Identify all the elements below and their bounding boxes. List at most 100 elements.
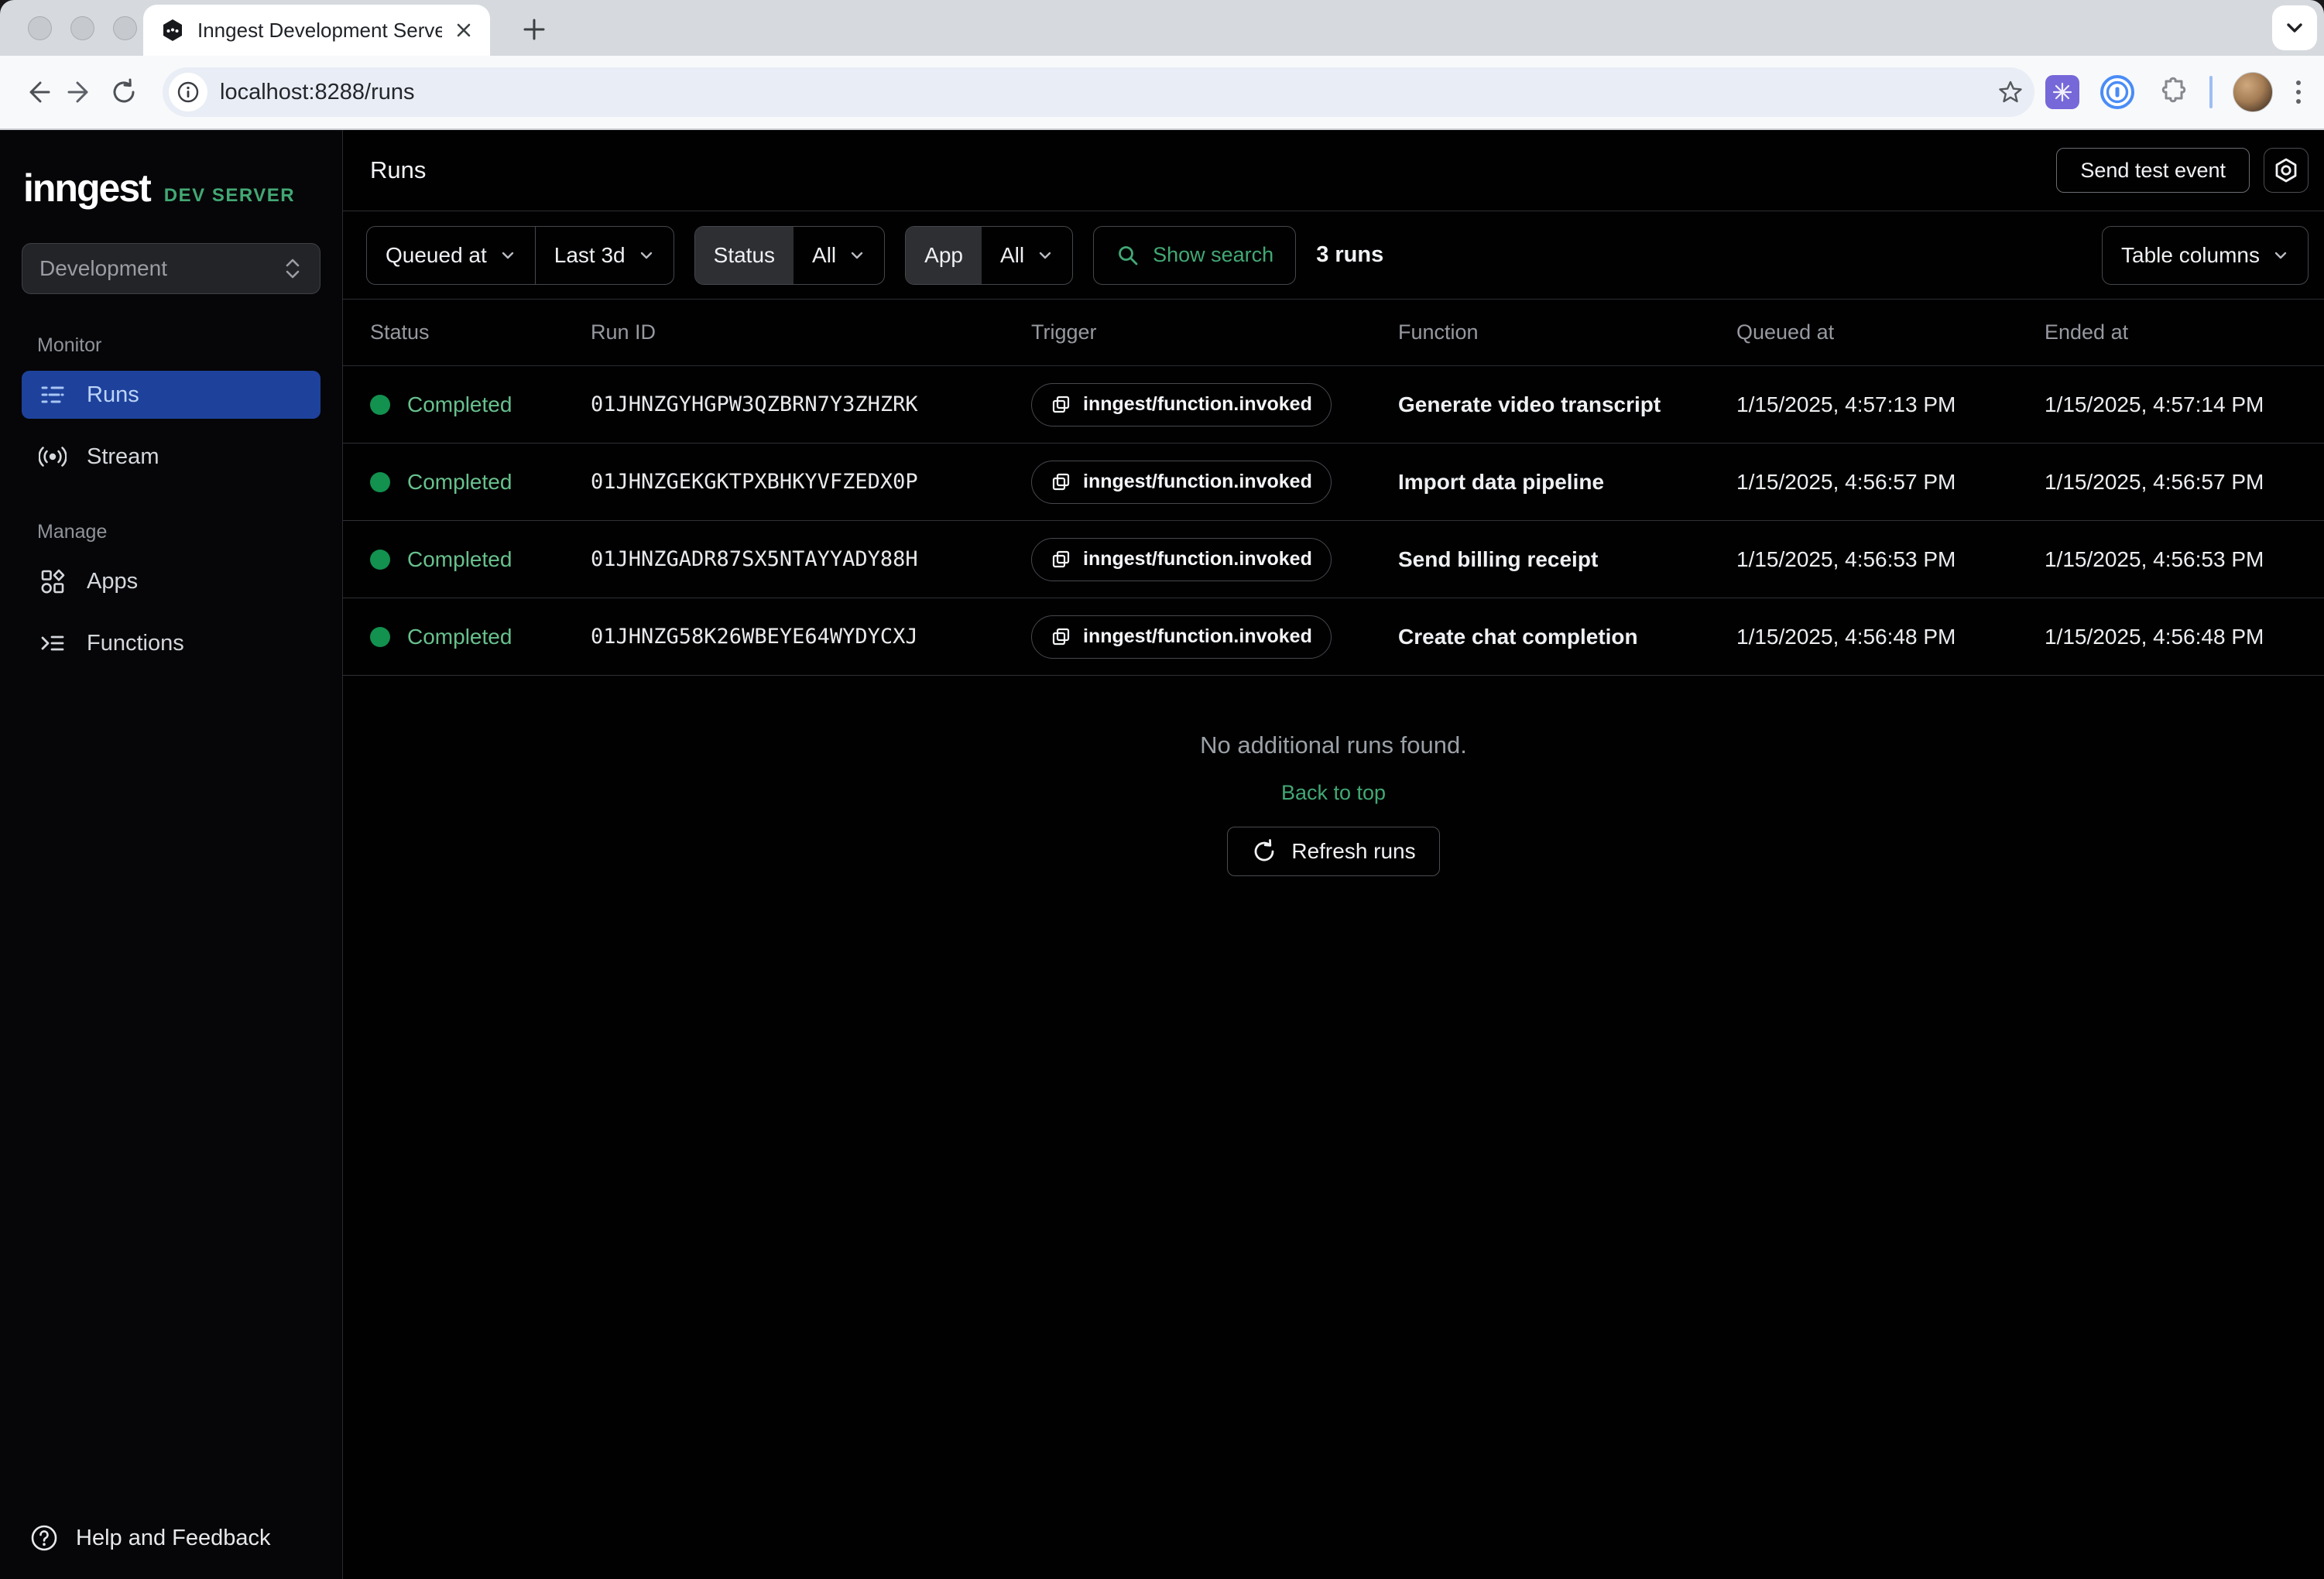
new-tab-button[interactable] [517, 12, 551, 46]
function-name[interactable]: Import data pipeline [1398, 470, 1736, 495]
status-filter-value[interactable]: All [794, 227, 884, 284]
ended-at-timestamp: 1/15/2025, 4:56:48 PM [2045, 625, 2324, 649]
column-header-queued-at: Queued at [1736, 320, 2045, 344]
app-filter[interactable]: App All [905, 226, 1073, 285]
table-columns-dropdown[interactable]: Table columns [2102, 226, 2309, 285]
address-bar[interactable]: localhost:8288/runs [163, 67, 2034, 117]
refresh-runs-label: Refresh runs [1291, 839, 1415, 864]
forward-button[interactable] [59, 70, 102, 114]
refresh-icon [1251, 838, 1277, 865]
trigger-event-pill[interactable]: inngest/function.invoked [1031, 461, 1332, 504]
table-row[interactable]: Completed 01JHNZGADR87SX5NTAYYADY88H inn… [343, 521, 2324, 598]
tab-search-button[interactable] [2272, 5, 2317, 50]
chevron-down-icon [2272, 247, 2289, 264]
toolbar-divider [2209, 76, 2213, 108]
time-field-filter: Queued at Last 3d [366, 226, 674, 285]
chevron-down-icon [499, 247, 516, 264]
password-manager-icon[interactable] [2099, 74, 2135, 110]
time-range-select[interactable]: Last 3d [536, 227, 674, 284]
url-text[interactable]: localhost:8288/runs [220, 80, 1997, 105]
trigger-cell: inngest/function.invoked [1031, 615, 1398, 659]
select-updown-icon [283, 257, 303, 280]
tab-title: Inngest Development Server [197, 19, 442, 43]
sidebar-item-label: Functions [87, 631, 184, 656]
function-name[interactable]: Create chat completion [1398, 625, 1736, 649]
sidebar-section-manage: Manage [37, 521, 342, 543]
sidebar-section-monitor: Monitor [37, 334, 342, 357]
copy-icon [1051, 394, 1072, 416]
chevron-down-icon [638, 247, 655, 264]
no-additional-runs-message: No additional runs found. [1200, 731, 1467, 759]
ended-at-timestamp: 1/15/2025, 4:56:57 PM [2045, 470, 2324, 495]
trigger-cell: inngest/function.invoked [1031, 461, 1398, 504]
site-info-icon[interactable] [169, 73, 207, 111]
minimize-window-button[interactable] [70, 16, 94, 40]
page-header: Runs Send test event [343, 130, 2324, 211]
sidebar-item-stream[interactable]: Stream [22, 433, 320, 481]
status-filter[interactable]: Status All [694, 226, 886, 285]
function-name[interactable]: Generate video transcript [1398, 392, 1736, 417]
table-row[interactable]: Completed 01JHNZGEKGKTPXBHKYVFZEDX0P inn… [343, 444, 2324, 521]
queued-at-timestamp: 1/15/2025, 4:56:53 PM [1736, 547, 2045, 572]
extension-icon[interactable] [2045, 75, 2079, 109]
trigger-event-pill[interactable]: inngest/function.invoked [1031, 383, 1332, 426]
run-id[interactable]: 01JHNZGEKGKTPXBHKYVFZEDX0P [591, 470, 1031, 494]
table-columns-label: Table columns [2121, 243, 2260, 268]
extensions-puzzle-icon[interactable] [2155, 75, 2189, 109]
environment-select[interactable]: Development [22, 243, 320, 294]
function-name[interactable]: Send billing receipt [1398, 547, 1736, 572]
time-field-select[interactable]: Queued at [367, 227, 535, 284]
sidebar-item-runs[interactable]: Runs [22, 371, 320, 419]
functions-icon [39, 630, 67, 656]
close-window-button[interactable] [28, 16, 52, 40]
search-icon [1116, 243, 1140, 268]
run-id[interactable]: 01JHNZG58K26WBEYE64WYDYCXJ [591, 625, 1031, 649]
status-text: Completed [407, 625, 512, 649]
help-and-feedback[interactable]: Help and Feedback [0, 1523, 342, 1579]
window-controls [28, 16, 137, 40]
bookmark-star-icon[interactable] [1997, 79, 2024, 105]
run-status-cell: Completed [370, 547, 591, 572]
run-id[interactable]: 01JHNZGYHGPW3QZBRN7Y3ZHZRK [591, 392, 1031, 416]
trigger-event-pill[interactable]: inngest/function.invoked [1031, 615, 1332, 659]
copy-icon [1051, 471, 1072, 493]
queued-at-timestamp: 1/15/2025, 4:56:48 PM [1736, 625, 2045, 649]
queued-at-timestamp: 1/15/2025, 4:57:13 PM [1736, 392, 2045, 417]
status-filter-label: Status [695, 227, 794, 284]
back-button[interactable] [15, 70, 59, 114]
column-header-trigger: Trigger [1031, 320, 1398, 344]
trigger-event-pill[interactable]: inngest/function.invoked [1031, 538, 1332, 581]
close-tab-icon[interactable] [454, 21, 473, 39]
page-title: Runs [370, 156, 426, 184]
settings-button[interactable] [2264, 148, 2309, 193]
table-row[interactable]: Completed 01JHNZGYHGPW3QZBRN7Y3ZHZRK inn… [343, 366, 2324, 444]
table-row[interactable]: Completed 01JHNZG58K26WBEYE64WYDYCXJ inn… [343, 598, 2324, 676]
browser-tab[interactable]: Inngest Development Server [143, 5, 490, 56]
run-status-cell: Completed [370, 625, 591, 649]
status-completed-dot-icon [370, 472, 390, 492]
browser-extensions-area [2045, 72, 2309, 112]
sidebar-item-functions[interactable]: Functions [22, 619, 320, 667]
refresh-runs-button[interactable]: Refresh runs [1227, 827, 1439, 876]
back-to-top-link[interactable]: Back to top [1281, 781, 1386, 805]
trigger-event-name: inngest/function.invoked [1083, 625, 1312, 648]
run-id[interactable]: 01JHNZGADR87SX5NTAYYADY88H [591, 547, 1031, 571]
reload-button[interactable] [102, 70, 146, 114]
inngest-dev-server-app: inngest DEV SERVER Development Monitor R… [0, 130, 2324, 1579]
empty-state: No additional runs found. Back to top Re… [343, 676, 2324, 876]
sidebar-item-apps[interactable]: Apps [22, 557, 320, 605]
help-label: Help and Feedback [76, 1526, 271, 1551]
profile-avatar[interactable] [2233, 72, 2273, 112]
inngest-logo: inngest [23, 166, 150, 211]
zoom-window-button[interactable] [113, 16, 137, 40]
apps-icon [39, 568, 67, 594]
show-search-button[interactable]: Show search [1093, 226, 1296, 285]
queued-at-timestamp: 1/15/2025, 4:56:57 PM [1736, 470, 2045, 495]
app-filter-value[interactable]: All [982, 227, 1072, 284]
main-content: Runs Send test event Queued at Last 3d [343, 130, 2324, 1579]
send-test-event-button[interactable]: Send test event [2056, 148, 2250, 193]
app-filter-value-text: All [1000, 243, 1024, 268]
browser-tab-strip: Inngest Development Server [0, 0, 2324, 56]
browser-menu-icon[interactable] [2293, 75, 2304, 109]
trigger-cell: inngest/function.invoked [1031, 383, 1398, 426]
